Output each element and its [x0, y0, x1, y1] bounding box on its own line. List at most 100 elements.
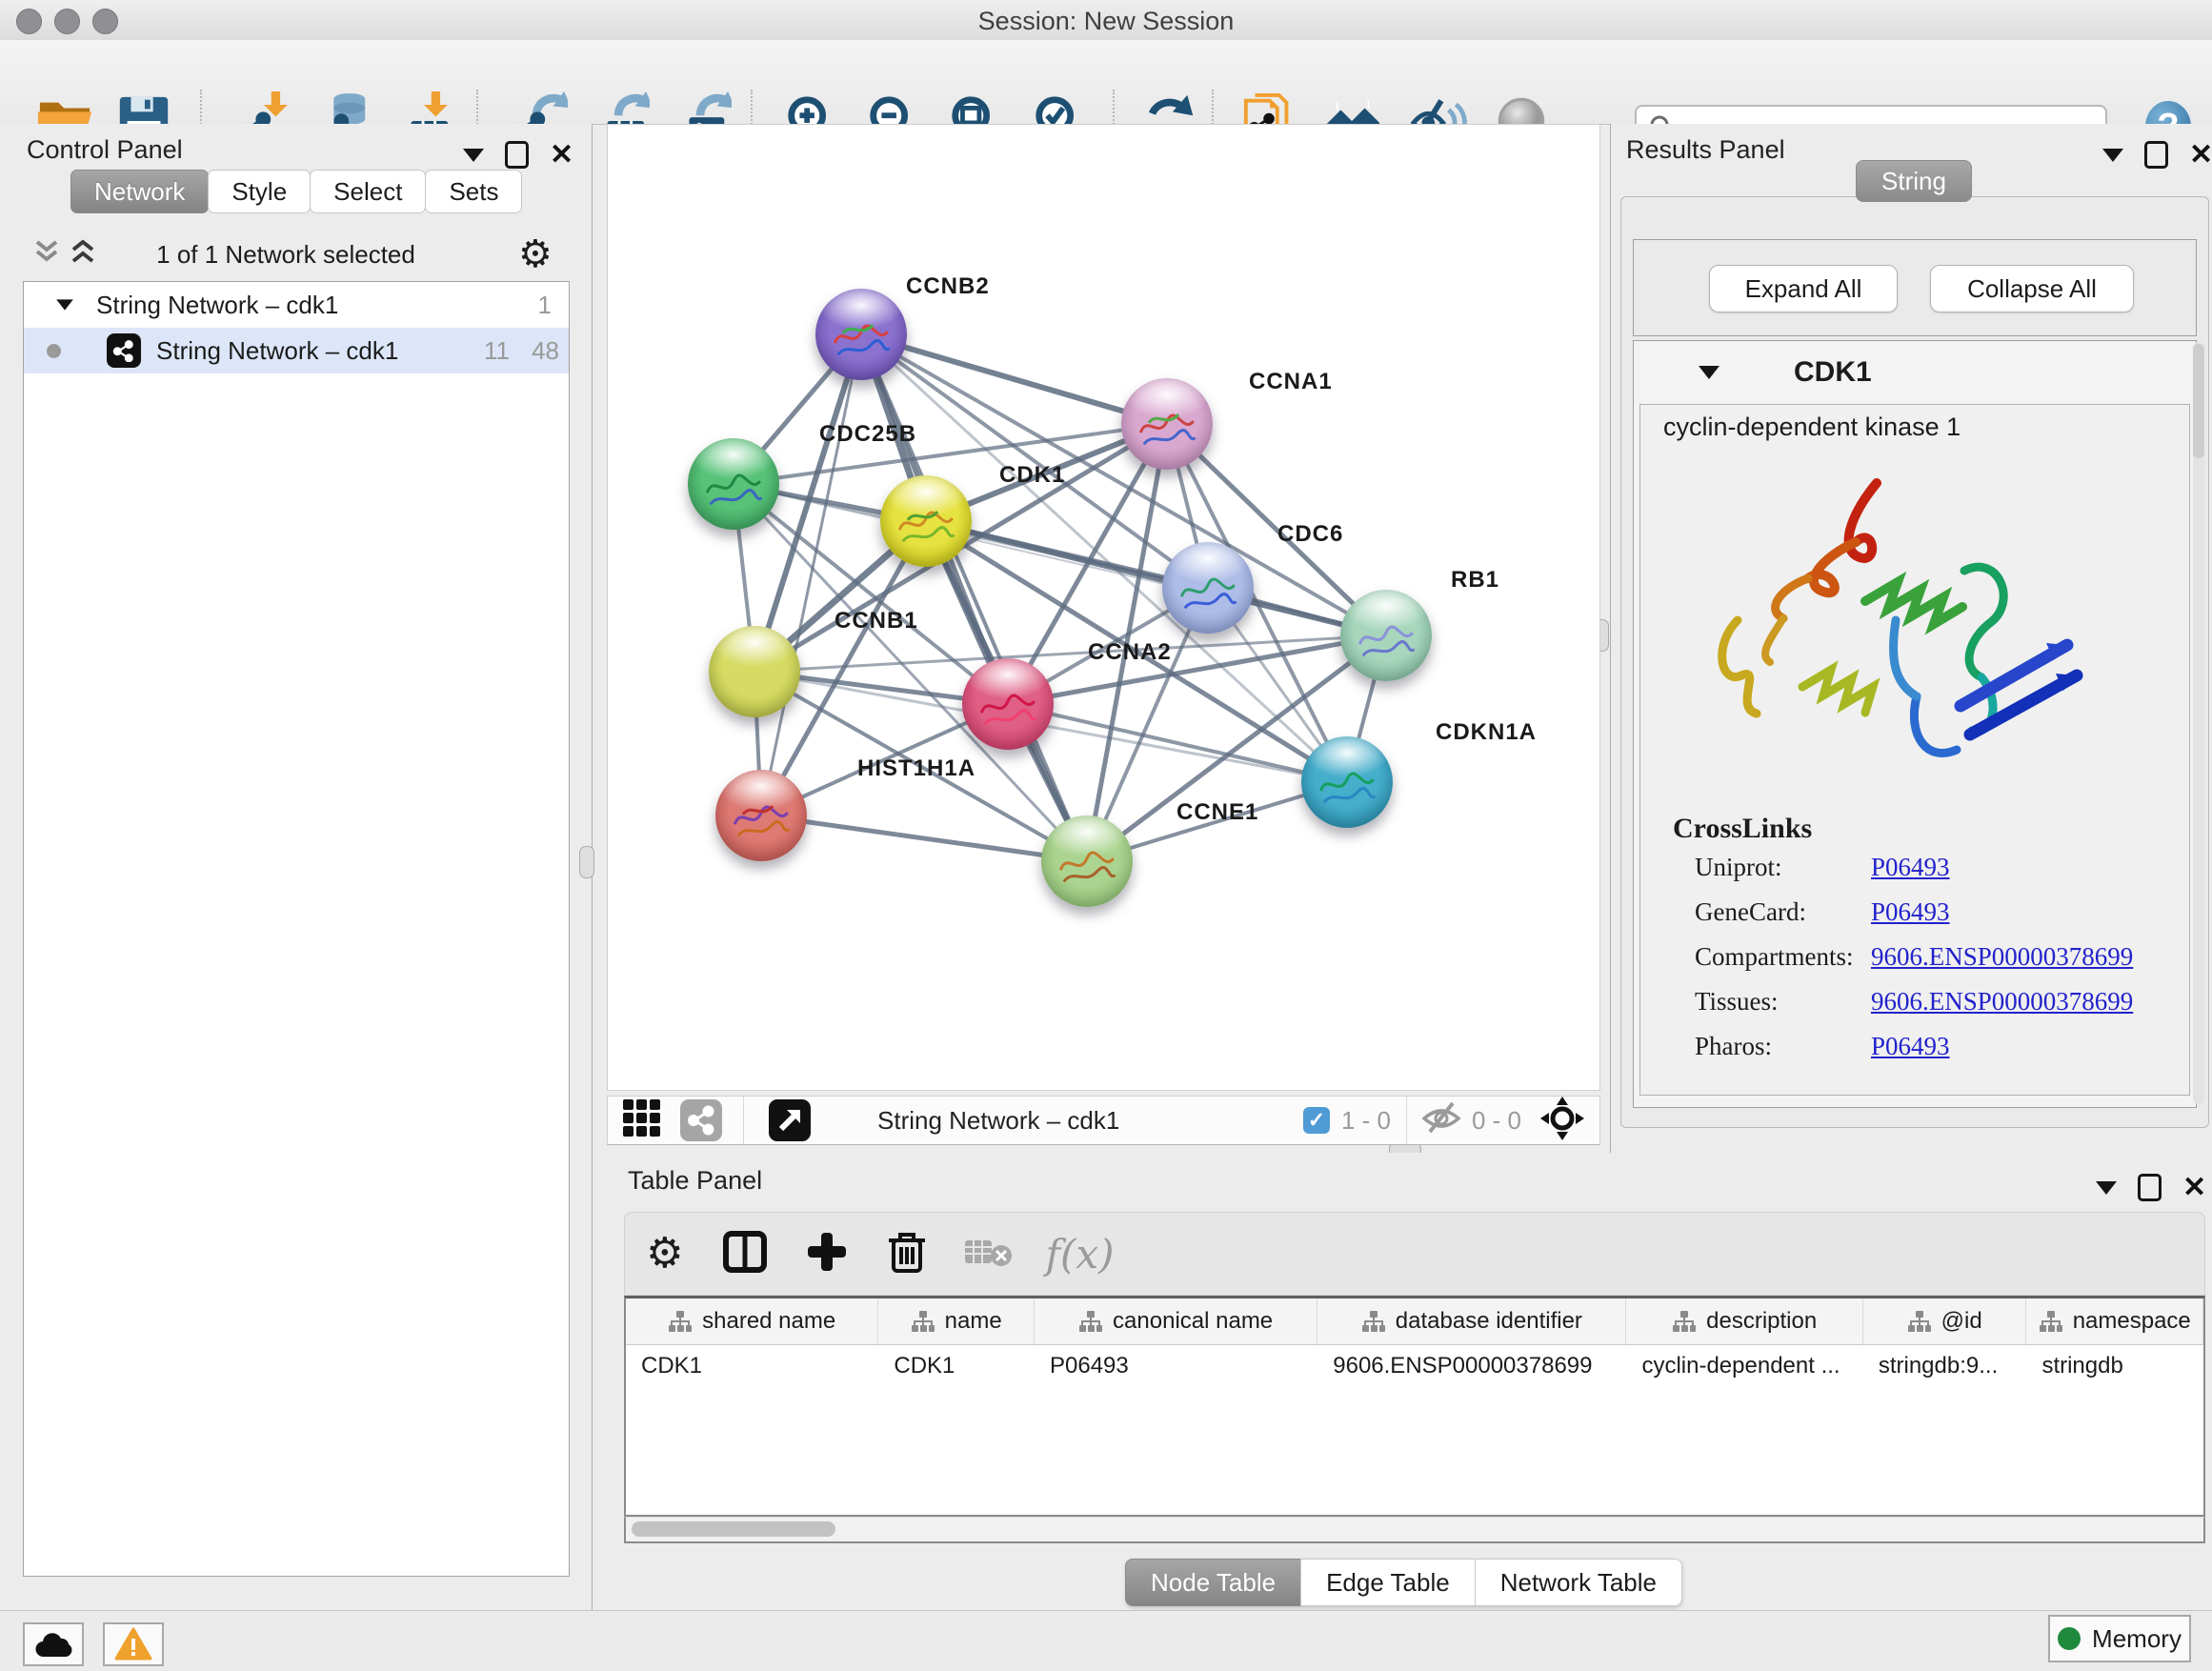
- columns-icon[interactable]: [723, 1231, 767, 1278]
- network-node-ccnb2[interactable]: [815, 289, 907, 380]
- panel-float-icon[interactable]: [463, 149, 484, 162]
- table-row[interactable]: CDK1CDK1P064939606.ENSP00000378699cyclin…: [626, 1345, 2203, 1387]
- network-node-ccne1[interactable]: [1041, 815, 1133, 907]
- protein-description: cyclin-dependent kinase 1: [1663, 413, 1961, 442]
- network-node-rb1[interactable]: [1340, 590, 1432, 681]
- network-icon: [107, 333, 141, 368]
- node-label-ccnb1: CCNB1: [835, 608, 918, 634]
- panel-maximize-icon[interactable]: [2144, 141, 2168, 169]
- tree-expand-icon[interactable]: [56, 299, 73, 310]
- column-header-namespace[interactable]: namespace: [2026, 1299, 2203, 1344]
- protein-thumbnail: [827, 313, 895, 363]
- panel-close-icon[interactable]: ✕: [550, 144, 573, 166]
- table-cell[interactable]: CDK1: [626, 1345, 878, 1387]
- memory-status-icon: [2058, 1627, 2081, 1650]
- network-tree-row[interactable]: String Network – cdk1 1: [24, 282, 569, 328]
- memory-button[interactable]: Memory: [2048, 1615, 2191, 1662]
- tab-network-table[interactable]: Network Table: [1475, 1559, 1682, 1606]
- protein-thumbnail: [1133, 403, 1201, 453]
- warning-button[interactable]: [103, 1622, 164, 1666]
- collection-count: 1: [538, 291, 552, 320]
- open-in-window-icon[interactable]: [769, 1099, 811, 1141]
- panel-float-icon[interactable]: [2102, 149, 2123, 162]
- table-cell[interactable]: cyclin-dependent ...: [1626, 1345, 1862, 1387]
- tab-string[interactable]: String: [1856, 160, 1972, 202]
- column-type-icon: [1672, 1309, 1697, 1334]
- left-splitter-handle[interactable]: [579, 846, 594, 878]
- tab-edge-table[interactable]: Edge Table: [1300, 1559, 1476, 1606]
- network-node-ccna1[interactable]: [1121, 378, 1213, 470]
- crosslink-link[interactable]: 9606.ENSP00000378699: [1871, 942, 2133, 971]
- panel-maximize-icon[interactable]: [505, 141, 529, 169]
- protein-name: CDK1: [1794, 356, 1872, 389]
- crosshair-icon[interactable]: [1540, 1097, 1584, 1145]
- column-header-description[interactable]: description: [1626, 1299, 1862, 1344]
- results-scrollbar-thumb[interactable]: [2193, 344, 2204, 458]
- panel-maximize-icon[interactable]: [2138, 1174, 2162, 1201]
- crosslink-row: Compartments:9606.ENSP00000378699: [1695, 942, 2171, 980]
- tab-select[interactable]: Select: [310, 170, 426, 213]
- collapse-entry-icon[interactable]: [1699, 366, 1719, 379]
- control-panel: Control Panel ✕ NetworkStyleSelectSets 1…: [0, 124, 593, 1610]
- column-header-name[interactable]: name: [878, 1299, 1035, 1344]
- network-node-cdc6[interactable]: [1162, 542, 1254, 634]
- network-options-gear-icon[interactable]: ⚙: [518, 235, 553, 273]
- column-type-icon: [1907, 1309, 1932, 1334]
- share-icon[interactable]: [680, 1099, 722, 1141]
- panel-close-icon[interactable]: ✕: [2189, 144, 2212, 166]
- tab-network[interactable]: Network: [70, 170, 209, 213]
- crosslink-link[interactable]: P06493: [1871, 897, 1950, 926]
- gear-icon[interactable]: ⚙: [646, 1235, 683, 1273]
- column-header-databaseidentifier[interactable]: database identifier: [1317, 1299, 1626, 1344]
- crosslink-row: GeneCard:P06493: [1695, 897, 2171, 936]
- table-cell[interactable]: 9606.ENSP00000378699: [1317, 1345, 1626, 1387]
- collapse-all-button[interactable]: Collapse All: [1930, 265, 2134, 312]
- protein-thumbnail: [727, 795, 795, 844]
- network-node-hist1h1a[interactable]: [715, 770, 807, 861]
- network-node-cdc25b[interactable]: [688, 438, 779, 530]
- table-horizontal-scrollbar[interactable]: [624, 1517, 2205, 1543]
- table-cell[interactable]: CDK1: [878, 1345, 1035, 1387]
- collapse-all-icon[interactable]: [32, 236, 61, 273]
- tab-sets[interactable]: Sets: [425, 170, 522, 213]
- tab-node-table[interactable]: Node Table: [1125, 1559, 1301, 1606]
- node-label-cdkn1a: CDKN1A: [1436, 719, 1537, 746]
- column-header-canonicalname[interactable]: canonical name: [1035, 1299, 1317, 1344]
- title-bar: Session: New Session: [0, 0, 2212, 41]
- column-header-id[interactable]: @id: [1863, 1299, 2027, 1344]
- protein-thumbnail: [974, 683, 1042, 733]
- protein-thumbnail: [699, 463, 768, 513]
- crosslinks-title: CrossLinks: [1673, 813, 1812, 845]
- crosslink-row: Uniprot:P06493: [1695, 853, 2171, 891]
- add-column-icon[interactable]: [805, 1230, 849, 1278]
- panel-close-icon[interactable]: ✕: [2182, 1177, 2206, 1198]
- delete-column-icon[interactable]: [887, 1229, 927, 1279]
- table-cell[interactable]: stringdb: [2026, 1345, 2203, 1387]
- scrollbar-thumb[interactable]: [632, 1521, 835, 1537]
- crosslink-link[interactable]: 9606.ENSP00000378699: [1871, 987, 2133, 1016]
- network-canvas[interactable]: CCNB2CCNA1CDC25BCDK1CDC6RB1CCNB1CCNA2CDK…: [607, 124, 1600, 1091]
- table-cell[interactable]: P06493: [1035, 1345, 1317, 1387]
- column-type-icon: [911, 1309, 935, 1334]
- network-label: String Network – cdk1: [156, 336, 398, 366]
- network-node-ccnb1[interactable]: [709, 626, 800, 717]
- panel-float-icon[interactable]: [2096, 1181, 2117, 1195]
- table-cell[interactable]: stringdb:9...: [1863, 1345, 2027, 1387]
- network-tree-row[interactable]: String Network – cdk1 11 48: [24, 328, 569, 373]
- network-node-cdkn1a[interactable]: [1301, 736, 1393, 828]
- protein-card-header[interactable]: CDK1: [1634, 341, 2196, 404]
- network-node-cdk1[interactable]: [880, 475, 972, 567]
- cloud-button[interactable]: [23, 1622, 84, 1666]
- crosslink-label: Tissues:: [1695, 987, 1871, 1017]
- crosslink-label: Uniprot:: [1695, 853, 1871, 882]
- tab-style[interactable]: Style: [208, 170, 311, 213]
- checkbox-icon[interactable]: ✓: [1303, 1107, 1330, 1134]
- crosslink-link[interactable]: P06493: [1871, 853, 1950, 881]
- column-header-sharedname[interactable]: shared name: [626, 1299, 878, 1344]
- grid-icon[interactable]: [621, 1097, 663, 1144]
- network-node-ccna2[interactable]: [962, 658, 1054, 750]
- crosslink-link[interactable]: P06493: [1871, 1032, 1950, 1060]
- results-panel-title: Results Panel: [1626, 135, 1785, 165]
- expand-all-button[interactable]: Expand All: [1709, 265, 1898, 312]
- network-status-dot: [47, 344, 61, 358]
